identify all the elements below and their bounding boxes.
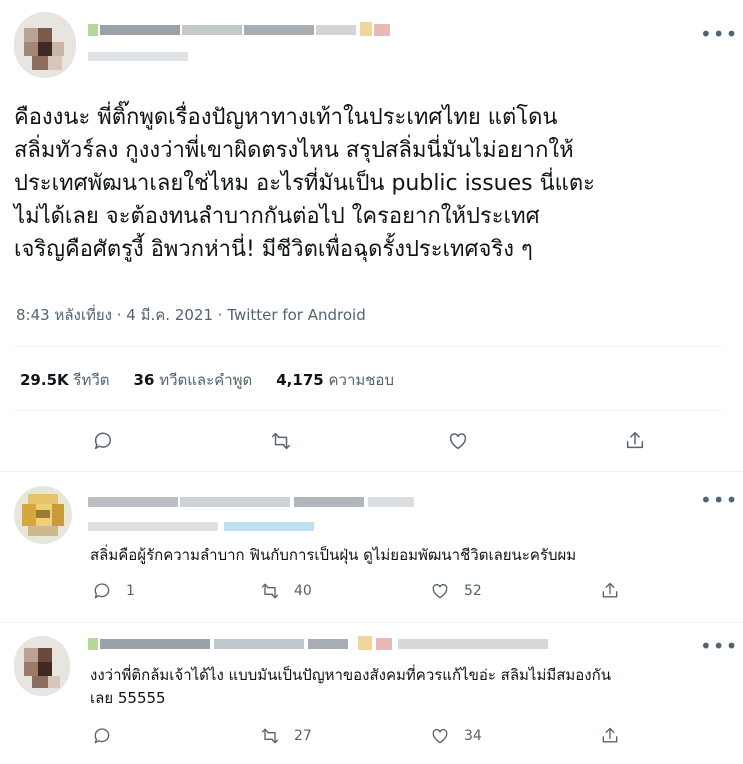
divider	[0, 622, 743, 623]
share-action[interactable]	[600, 726, 620, 746]
username-handle[interactable]	[88, 50, 188, 64]
like-count: 34	[464, 728, 482, 744]
retweet-count: 27	[294, 728, 312, 744]
like-action[interactable]: 52	[430, 581, 482, 601]
reply-text-line: งงว่าพี่ติกล้มเจ้าได้ไง แบบมันเป็นปัญหาข…	[90, 666, 611, 684]
like-action[interactable]: 34	[430, 726, 482, 746]
tweet-text-line: ประเทศพัฒนาเลยใช่ไหม อะไรที่มันเป็น publ…	[14, 171, 595, 196]
retweets-stat[interactable]: 29.5K รีทวีต	[20, 370, 110, 390]
like-icon	[432, 583, 448, 599]
share-action[interactable]	[600, 581, 620, 601]
retweets-count: 29.5K	[20, 371, 69, 389]
username-handle[interactable]	[88, 520, 318, 534]
share-icon	[602, 727, 618, 743]
reply-icon[interactable]	[92, 430, 114, 456]
retweet-action[interactable]: 27	[260, 726, 312, 746]
quotes-count: 36	[133, 371, 155, 389]
retweet-icon[interactable]	[270, 430, 292, 456]
avatar[interactable]	[14, 486, 72, 544]
divider	[0, 471, 743, 472]
stats-row: 29.5K รีทวีต 36 ทวีตและคำพูด 4,175 ความช…	[20, 370, 394, 390]
tweet-text-line: ไม่ได้เลย จะต้องทนลำบากกันต่อไป ใครอยากใ…	[14, 204, 540, 229]
display-name[interactable]	[88, 494, 418, 512]
like-count: 52	[464, 583, 482, 599]
reply-icon	[94, 583, 110, 599]
tweet-timestamp[interactable]: 8:43 หลังเที่ยง · 4 มี.ค. 2021 · Twitter…	[16, 305, 366, 325]
tweet-text: คืองงนะ พี่ติ๊กพูดเรื่องปัญหาทางเท้าในปร…	[14, 101, 734, 266]
avatar[interactable]	[14, 12, 76, 78]
reply-icon	[94, 728, 110, 744]
quotes-label: ทวีตและคำพูด	[159, 371, 253, 389]
reply-action[interactable]	[92, 726, 126, 746]
retweet-icon	[261, 728, 279, 744]
tweet-text-line: สลิ่มทัวร์ลง กูงงว่าพี่เขาผิดตรงไหน สรุป…	[14, 138, 574, 163]
reply-text-line: เลย 55555	[90, 689, 166, 707]
divider	[14, 410, 724, 411]
avatar[interactable]	[14, 636, 70, 696]
likes-stat[interactable]: 4,175 ความชอบ	[276, 370, 394, 390]
display-name[interactable]	[88, 22, 408, 40]
retweet-icon	[261, 583, 279, 599]
more-icon[interactable]: •••	[700, 636, 738, 656]
reply-text: งงว่าพี่ติกล้มเจ้าได้ไง แบบมันเป็นปัญหาข…	[90, 664, 720, 710]
retweet-action[interactable]: 40	[260, 581, 312, 601]
quotes-stat[interactable]: 36 ทวีตและคำพูด	[134, 370, 253, 390]
display-name[interactable]	[88, 636, 568, 654]
divider	[14, 346, 724, 347]
share-icon[interactable]	[624, 430, 646, 456]
retweet-count: 40	[294, 583, 312, 599]
more-icon[interactable]: •••	[700, 24, 738, 44]
retweets-label: รีทวีต	[73, 371, 110, 389]
reply-text-line: สลิ่มคือผู้รักความลำบาก ฟินกับการเป็นฝุ่…	[90, 546, 577, 564]
tweet-text-line: คืองงนะ พี่ติ๊กพูดเรื่องปัญหาทางเท้าในปร…	[14, 105, 558, 130]
likes-count: 4,175	[276, 371, 324, 389]
share-icon	[602, 582, 618, 598]
reply-action[interactable]: 1	[92, 581, 135, 601]
tweet-text-line: เจริญคือศัตรูงี้ อิพวกห่านี่! มีชีวิตเพื…	[14, 237, 533, 262]
like-icon[interactable]	[447, 430, 469, 456]
likes-label: ความชอบ	[328, 371, 394, 389]
like-icon	[432, 728, 448, 744]
more-icon[interactable]: •••	[700, 490, 738, 510]
reply-count: 1	[126, 583, 135, 599]
reply-text: สลิ่มคือผู้รักความลำบาก ฟินกับการเป็นฝุ่…	[90, 544, 720, 566]
